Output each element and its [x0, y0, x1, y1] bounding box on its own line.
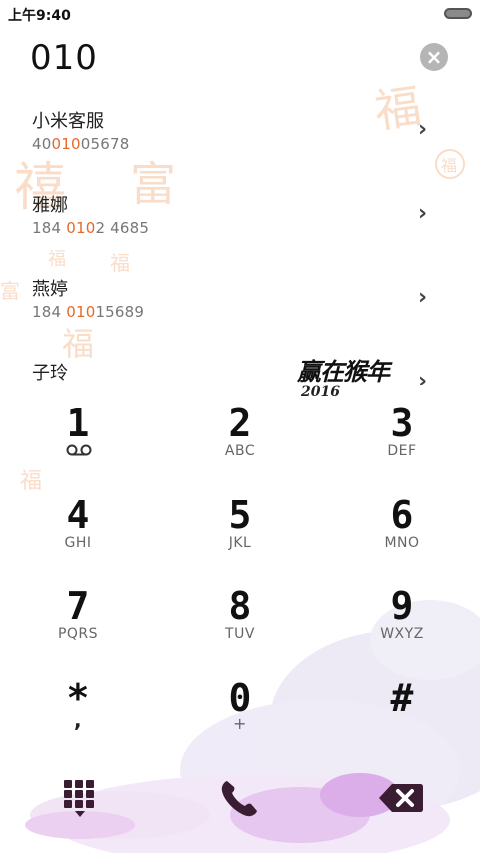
key-9[interactable]: 9 WXYZ: [342, 576, 462, 666]
contact-name: 小米客服: [32, 111, 104, 132]
status-time: 上午9:40: [8, 8, 71, 24]
contact-item[interactable]: 小米客服 4001005678 ›: [0, 95, 480, 179]
chevron-right-icon[interactable]: ›: [418, 201, 427, 226]
phone-icon[interactable]: [218, 776, 262, 820]
contact-item[interactable]: 雅娜 184 0102 4685 ›: [0, 179, 480, 263]
contact-name: 子玲: [32, 363, 68, 384]
dialpad-icon[interactable]: [64, 780, 98, 818]
key-5[interactable]: 5 JKL: [180, 485, 300, 575]
key-star[interactable]: * ,: [18, 668, 138, 758]
key-2[interactable]: 2 ABC: [180, 393, 300, 483]
dialer-action-bar: [0, 770, 480, 840]
contact-item[interactable]: 燕婷 184 01015689 ›: [0, 263, 480, 347]
clear-number-button[interactable]: ×: [420, 43, 448, 71]
key-4[interactable]: 4 GHI: [18, 485, 138, 575]
key-0[interactable]: 0 +: [180, 668, 300, 758]
status-bar: 上午9:40: [0, 0, 480, 28]
key-7[interactable]: 7 PQRS: [18, 576, 138, 666]
contact-name: 燕婷: [32, 279, 68, 300]
dial-keypad: 1 2 ABC 3 DEF 4 GHI 5 JKL 6 MNO 7 PQRS 8…: [0, 393, 480, 763]
contact-name: 雅娜: [32, 195, 68, 216]
battery-icon: [444, 8, 472, 19]
key-1[interactable]: 1: [18, 393, 138, 483]
chevron-right-icon[interactable]: ›: [418, 369, 427, 385]
contact-suggestions: 小米客服 4001005678 › 雅娜 184 0102 4685 › 燕婷 …: [0, 95, 480, 385]
contact-number: 4001005678: [32, 135, 130, 153]
chevron-right-icon[interactable]: ›: [418, 285, 427, 310]
key-3[interactable]: 3 DEF: [342, 393, 462, 483]
backspace-icon[interactable]: [378, 782, 424, 814]
contact-number: 184 01015689: [32, 303, 145, 321]
key-6[interactable]: 6 MNO: [342, 485, 462, 575]
chevron-right-icon[interactable]: ›: [418, 117, 427, 142]
key-8[interactable]: 8 TUV: [180, 576, 300, 666]
dialed-number: 010: [30, 38, 98, 78]
contact-number: 184 0102 4685: [32, 219, 150, 237]
key-hash[interactable]: #: [342, 668, 462, 758]
voicemail-icon: [66, 444, 92, 456]
banner-title: 赢在猴年: [297, 357, 390, 386]
